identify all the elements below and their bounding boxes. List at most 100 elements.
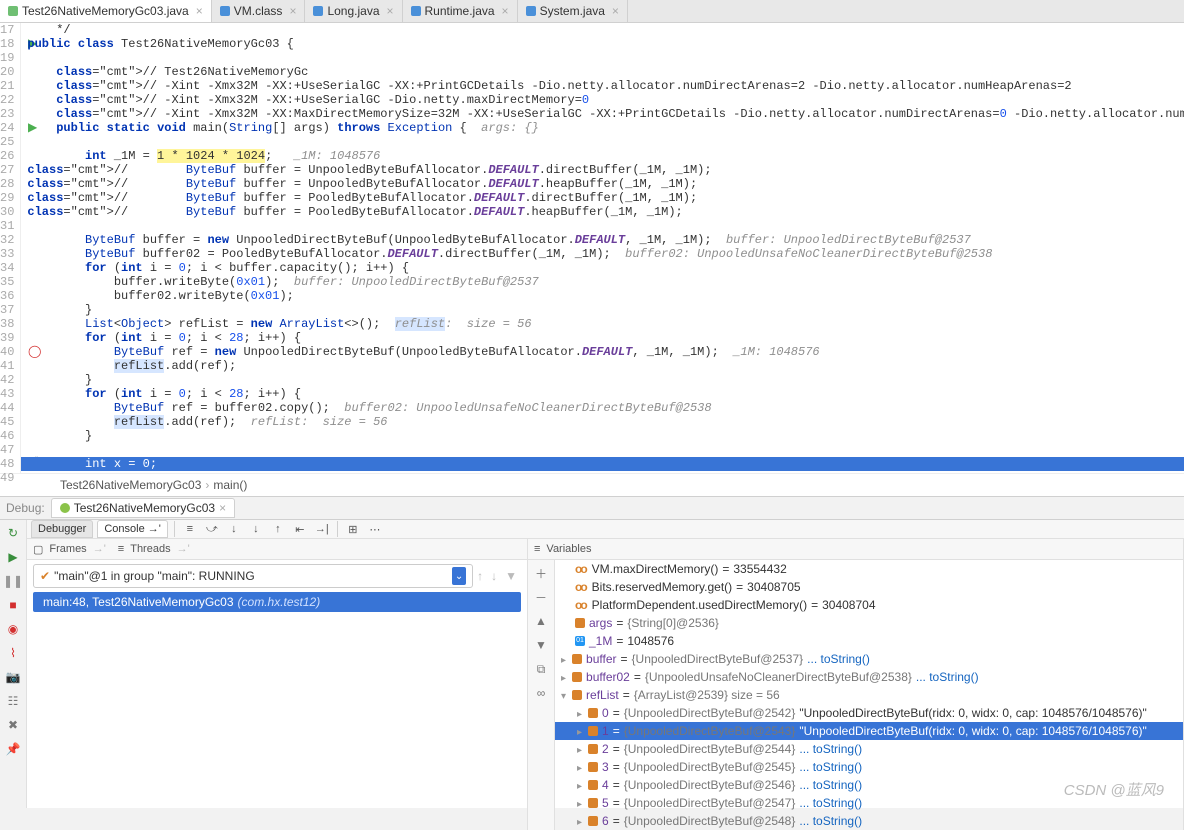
tab-system[interactable]: System.java×	[518, 0, 628, 22]
watch-row[interactable]: PlatformDependent.usedDirectMemory() = 3…	[555, 596, 1183, 614]
code-line[interactable]: public class Test26NativeMemoryGc03 {	[21, 37, 1184, 51]
threads-header[interactable]: Threads	[130, 543, 170, 555]
debug-run-tab[interactable]: Test26NativeMemoryGc03 ×	[51, 498, 235, 518]
watch-row[interactable]: Bits.reservedMemory.get() = 30408705	[555, 578, 1183, 596]
stop-icon[interactable]: ■	[6, 598, 20, 612]
code-line[interactable]: List<Object> refList = new ArrayList<>()…	[21, 317, 1184, 331]
tab-runtime[interactable]: Runtime.java×	[403, 0, 518, 22]
force-step-into-icon[interactable]: ↓	[247, 520, 265, 538]
code-line[interactable]: class="cmt">// ByteBuf buffer = PooledBy…	[21, 191, 1184, 205]
code-editor[interactable]: 17▶181920212223▶242526272829303132333435…	[0, 23, 1184, 473]
resume-icon[interactable]: ▶	[6, 550, 20, 564]
code-line[interactable]: refList.add(ref); refList: size = 56	[21, 415, 1184, 429]
var-args[interactable]: args = {String[0]@2536}	[555, 614, 1183, 632]
debugger-tab[interactable]: Debugger	[31, 520, 93, 538]
close-icon[interactable]: ×	[289, 4, 296, 18]
code-line[interactable]	[21, 219, 1184, 233]
add-watch-icon[interactable]: ＋	[534, 566, 548, 580]
code-line[interactable]: class="cmt">// -Xint -Xmx32M -XX:+UseSer…	[21, 93, 1184, 107]
more-icon[interactable]: ⋯	[366, 520, 384, 538]
var-reflist-item[interactable]: 2 = {UnpooledDirectByteBuf@2544} ... toS…	[555, 740, 1183, 758]
var-reflist-item[interactable]: 3 = {UnpooledDirectByteBuf@2545} ... toS…	[555, 758, 1183, 776]
code-line[interactable]: public static void main(String[] args) t…	[21, 121, 1184, 135]
code-line[interactable]	[21, 51, 1184, 65]
chevron-down-icon[interactable]: ⌄	[452, 567, 466, 585]
code-line[interactable]	[21, 443, 1184, 457]
close-icon[interactable]: ×	[219, 501, 226, 515]
code-line[interactable]: buffer02.writeByte(0x01);	[21, 289, 1184, 303]
code-line[interactable]	[21, 471, 1184, 485]
filter-icon[interactable]: ▼	[501, 569, 521, 583]
code-line[interactable]: ByteBuf buffer02 = PooledByteBufAllocato…	[21, 247, 1184, 261]
watch-row[interactable]: VM.maxDirectMemory() = 33554432	[555, 560, 1183, 578]
down-icon[interactable]: ▼	[534, 638, 548, 652]
code-line[interactable]: class="cmt">// Test26NativeMemoryGc	[21, 65, 1184, 79]
code-line[interactable]: class="cmt">// ByteBuf buffer = Unpooled…	[21, 163, 1184, 177]
console-tab[interactable]: Console →'	[97, 520, 168, 538]
code-area[interactable]: */public class Test26NativeMemoryGc03 { …	[21, 23, 1184, 473]
remove-watch-icon[interactable]: －	[534, 590, 548, 604]
var-reflist-item[interactable]: 4 = {UnpooledDirectByteBuf@2546} ... toS…	[555, 776, 1183, 794]
code-line[interactable]: }	[21, 303, 1184, 317]
code-line[interactable]	[21, 135, 1184, 149]
copy-icon[interactable]: ⧉	[534, 662, 548, 676]
mute-breakpoints-icon[interactable]: ⌇	[6, 646, 20, 660]
variables-panel: ≡Variables ＋ － ▲ ▼ ⧉ ∞ VM.maxDirectMemor…	[528, 539, 1184, 830]
tab-long[interactable]: Long.java×	[305, 0, 402, 22]
code-line[interactable]: }	[21, 429, 1184, 443]
var-buffer02[interactable]: buffer02 = {UnpooledUnsafeNoCleanerDirec…	[555, 668, 1183, 686]
var-reflist-item[interactable]: 5 = {UnpooledDirectByteBuf@2547} ... toS…	[555, 794, 1183, 812]
code-line[interactable]: class="cmt">// ByteBuf buffer = PooledBy…	[21, 205, 1184, 219]
var-reflist-item[interactable]: 1 = {UnpooledDirectByteBuf@2543} "Unpool…	[555, 722, 1183, 740]
tab-test26[interactable]: Test26NativeMemoryGc03.java×	[0, 0, 212, 22]
code-line[interactable]: }	[21, 373, 1184, 387]
step-over-icon[interactable]: ⤻	[203, 520, 221, 538]
code-line[interactable]: for (int i = 0; i < 28; i++) {	[21, 387, 1184, 401]
code-line[interactable]: buffer.writeByte(0x01); buffer: Unpooled…	[21, 275, 1184, 289]
drop-frame-icon[interactable]: ⇤	[291, 520, 309, 538]
tab-vm[interactable]: VM.class×	[212, 0, 306, 22]
close-icon[interactable]: ×	[196, 4, 203, 18]
code-line[interactable]: class="cmt">// -Xint -Xmx32M -XX:MaxDire…	[21, 107, 1184, 121]
up-icon[interactable]: ▲	[534, 614, 548, 628]
var-buffer[interactable]: buffer = {UnpooledDirectByteBuf@2537} ..…	[555, 650, 1183, 668]
camera-icon[interactable]: 📷	[6, 670, 20, 684]
thread-selector[interactable]: ✔ "main"@1 in group "main": RUNNING ⌄	[33, 564, 473, 588]
gutter[interactable]: 17▶181920212223▶242526272829303132333435…	[0, 23, 21, 473]
pin-tab-icon[interactable]: 📌	[6, 742, 20, 756]
var-reflist-item[interactable]: 6 = {UnpooledDirectByteBuf@2548} ... toS…	[555, 812, 1183, 830]
close-icon[interactable]: ×	[502, 4, 509, 18]
code-line[interactable]: class="cmt">// -Xint -Xmx32M -XX:+UseSer…	[21, 79, 1184, 93]
code-line[interactable]: */	[21, 23, 1184, 37]
code-line[interactable]: ByteBuf ref = new UnpooledDirectByteBuf(…	[21, 345, 1184, 359]
evaluate-expression-icon[interactable]: ⊞	[344, 520, 362, 538]
pin-icon[interactable]: ✖	[6, 718, 20, 732]
step-into-icon[interactable]: ↓	[225, 520, 243, 538]
glasses-icon[interactable]: ∞	[534, 686, 548, 700]
close-icon[interactable]: ×	[612, 4, 619, 18]
code-line[interactable]: int x = 0;	[21, 457, 1184, 471]
code-line[interactable]: class="cmt">// ByteBuf buffer = Unpooled…	[21, 177, 1184, 191]
rerun-icon[interactable]: ↻	[6, 526, 20, 540]
next-frame-icon[interactable]: ↓	[487, 569, 501, 583]
code-line[interactable]: ByteBuf ref = buffer02.copy(); buffer02:…	[21, 401, 1184, 415]
code-line[interactable]: int _1M = 1 * 1024 * 1024; _1M: 1048576	[21, 149, 1184, 163]
close-icon[interactable]: ×	[387, 4, 394, 18]
settings-icon[interactable]: ☷	[6, 694, 20, 708]
frames-header[interactable]: Frames	[49, 543, 86, 555]
var-reflist[interactable]: refList = {ArrayList@2539} size = 56	[555, 686, 1183, 704]
var-1m[interactable]: 01 _1M = 1048576	[555, 632, 1183, 650]
stack-frame[interactable]: main:48, Test26NativeMemoryGc03(com.hx.t…	[33, 592, 521, 612]
prev-frame-icon[interactable]: ↑	[473, 569, 487, 583]
code-line[interactable]: for (int i = 0; i < 28; i++) {	[21, 331, 1184, 345]
code-line[interactable]: for (int i = 0; i < buffer.capacity(); i…	[21, 261, 1184, 275]
view-breakpoints-icon[interactable]: ◉	[6, 622, 20, 636]
show-execution-point-icon[interactable]: ≡	[181, 520, 199, 538]
code-line[interactable]: ByteBuf buffer = new UnpooledDirectByteB…	[21, 233, 1184, 247]
var-reflist-item[interactable]: 0 = {UnpooledDirectByteBuf@2542} "Unpool…	[555, 704, 1183, 722]
step-out-icon[interactable]: ↑	[269, 520, 287, 538]
frames-panel: ▢Frames→' ≡Threads→' ✔ "main"@1 in group…	[27, 539, 528, 830]
run-to-cursor-icon[interactable]: →|	[313, 520, 331, 538]
pause-icon[interactable]: ❚❚	[6, 574, 20, 588]
code-line[interactable]: refList.add(ref);	[21, 359, 1184, 373]
